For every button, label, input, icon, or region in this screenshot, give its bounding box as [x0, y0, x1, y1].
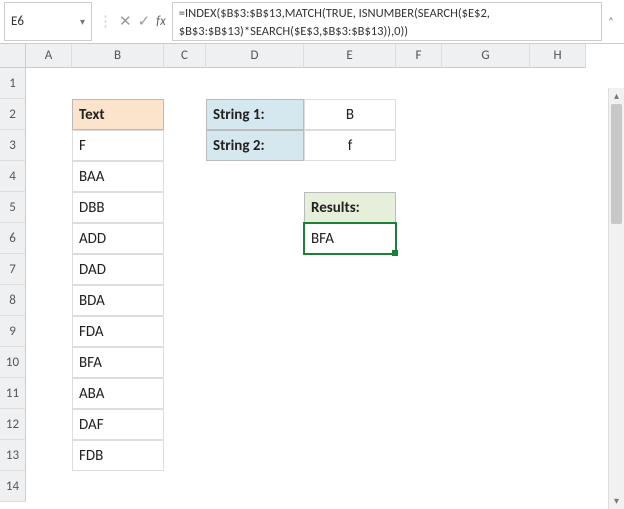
cell-reference: E6	[11, 14, 24, 29]
formula-bar-buttons: ⋮ ✕ ✓ fx	[92, 2, 172, 41]
select-all-corner[interactable]	[0, 44, 26, 68]
col-header-H[interactable]: H	[530, 44, 586, 68]
cell-E3[interactable]: f	[304, 130, 396, 161]
name-box-dropdown-icon[interactable]: ▾	[80, 15, 85, 28]
cell-B7[interactable]: DAD	[72, 254, 164, 285]
cell-B11[interactable]: ABA	[72, 378, 164, 409]
col-header-G[interactable]: G	[442, 44, 530, 68]
cell-B5[interactable]: DBB	[72, 192, 164, 223]
col-header-A[interactable]: A	[26, 44, 72, 68]
row-header-6[interactable]: 6	[0, 223, 26, 254]
row-header-9[interactable]: 9	[0, 316, 26, 347]
cell-B10[interactable]: BFA	[72, 347, 164, 378]
row-header-5[interactable]: 5	[0, 192, 26, 223]
formula-expand-icon[interactable]: ˄	[602, 2, 620, 41]
scroll-thumb[interactable]	[611, 104, 622, 224]
cell-D3[interactable]: String 2:	[206, 130, 304, 161]
vertical-scrollbar[interactable]: ▴ ▾	[608, 88, 624, 509]
row-header-14[interactable]: 14	[0, 471, 26, 502]
cell-B4[interactable]: BAA	[72, 161, 164, 192]
spreadsheet-grid: A B C D E F G H 1 2 3 4 5 6 7 8 9 1	[0, 44, 624, 509]
fx-icon[interactable]: fx	[156, 14, 166, 29]
cell-B8[interactable]: BDA	[72, 285, 164, 316]
row-header-8[interactable]: 8	[0, 285, 26, 316]
cell-B9[interactable]: FDA	[72, 316, 164, 347]
cell-E5[interactable]: Results:	[304, 192, 396, 223]
cell-D2[interactable]: String 1:	[206, 99, 304, 130]
formula-bar: E6 ▾ ⋮ ✕ ✓ fx =INDEX($B$3:$B$13,MATCH(TR…	[0, 0, 624, 44]
col-header-E[interactable]: E	[304, 44, 396, 68]
column-headers: A B C D E F G H	[26, 44, 586, 68]
row-header-3[interactable]: 3	[0, 130, 26, 161]
cell-B3[interactable]: F	[72, 130, 164, 161]
row-header-13[interactable]: 13	[0, 440, 26, 471]
cancel-icon[interactable]: ✕	[119, 12, 132, 31]
cell-B6[interactable]: ADD	[72, 223, 164, 254]
name-box[interactable]: E6 ▾	[4, 2, 92, 41]
scroll-up-icon[interactable]: ▴	[609, 88, 624, 104]
cell-B13[interactable]: FDB	[72, 440, 164, 471]
col-header-C[interactable]: C	[164, 44, 206, 68]
col-header-D[interactable]: D	[206, 44, 304, 68]
cell-B12[interactable]: DAF	[72, 409, 164, 440]
col-header-F[interactable]: F	[396, 44, 442, 68]
cell-E6[interactable]: BFA	[304, 223, 396, 254]
confirm-icon[interactable]: ✓	[138, 12, 151, 31]
row-header-12[interactable]: 12	[0, 409, 26, 440]
row-header-10[interactable]: 10	[0, 347, 26, 378]
cell-B2[interactable]: Text	[72, 99, 164, 130]
row-header-2[interactable]: 2	[0, 99, 26, 130]
cell-E2[interactable]: B	[304, 99, 396, 130]
row-header-11[interactable]: 11	[0, 378, 26, 409]
separator-icon: ⋮	[98, 12, 113, 31]
formula-text: =INDEX($B$3:$B$13,MATCH(TRUE, ISNUMBER(S…	[179, 5, 595, 40]
col-header-B[interactable]: B	[72, 44, 164, 68]
row-headers: 1 2 3 4 5 6 7 8 9 10 11 12 13 14	[0, 68, 26, 502]
scroll-down-icon[interactable]: ▾	[609, 493, 624, 509]
formula-input[interactable]: =INDEX($B$3:$B$13,MATCH(TRUE, ISNUMBER(S…	[172, 2, 602, 41]
row-header-1[interactable]: 1	[0, 68, 26, 99]
row-header-7[interactable]: 7	[0, 254, 26, 285]
row-header-4[interactable]: 4	[0, 161, 26, 192]
